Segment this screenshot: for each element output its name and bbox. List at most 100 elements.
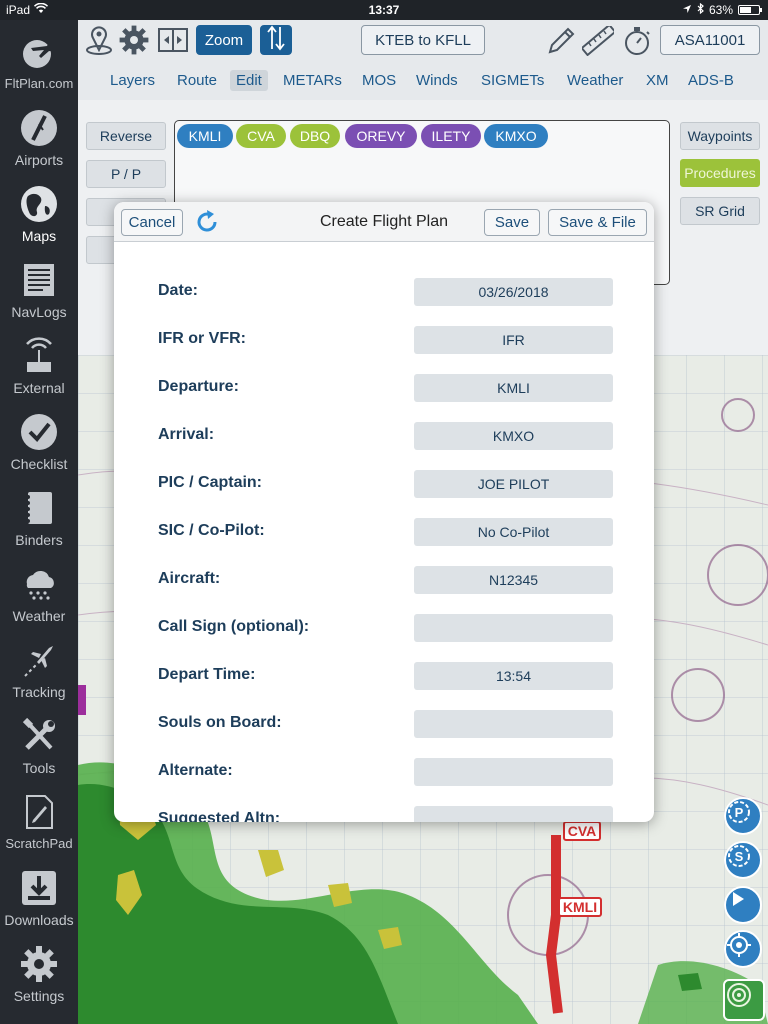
cancel-button[interactable]: Cancel [121,209,183,236]
sidebar-item-weather[interactable]: Weather [0,558,78,634]
sidebar-item-label: Binders [15,532,63,548]
route-button[interactable]: KTEB to KFLL [361,25,485,55]
sidebar-item-fltplan[interactable]: FltPlan.com [0,26,78,102]
refresh-icon[interactable] [194,209,220,235]
reverse-button[interactable]: Reverse [86,122,166,150]
route-waypoint-pill[interactable]: CVA [236,124,286,148]
field-label: SIC / Co-Pilot: [158,522,265,539]
svg-text:S: S [735,849,744,864]
map-pin-icon[interactable] [84,24,114,56]
play-map-button[interactable] [724,886,762,924]
date-field[interactable]: 03/26/2018 [414,278,613,306]
sidebar-item-scratchpad[interactable]: ScratchPad [0,786,78,862]
tab-mos[interactable]: MOS [356,70,402,91]
sidebar-item-external[interactable]: External [0,330,78,406]
depart-time-field[interactable]: 13:54 [414,662,613,690]
sic-copilot-field[interactable]: No Co-Pilot [414,518,613,546]
aircraft-button[interactable]: ASA11001 [660,25,760,55]
tab-bar: Layers Route Edit METARs MOS Winds SIGME… [78,62,768,100]
field-label: Call Sign (optional): [158,618,310,635]
form-row-departure: Departure: KMLI [114,374,654,404]
form-row-aircraft: Aircraft: N12345 [114,566,654,596]
field-label: PIC / Captain: [158,474,263,491]
ruler-icon[interactable] [580,23,617,57]
pencil-icon[interactable] [546,26,576,56]
map-mode-button[interactable] [723,979,765,1021]
sidebar-item-label: FltPlan.com [4,76,74,91]
sidebar-item-label: Tracking [12,684,66,700]
sidebar-item-airports[interactable]: Airports [0,102,78,178]
north-up-toggle[interactable] [260,25,292,55]
save-button[interactable]: Save [484,209,540,236]
sidebar-item-label: External [13,380,65,396]
sidebar-item-label: Checklist [10,456,68,472]
tab-metars[interactable]: METARs [277,70,348,91]
route-waypoint-pill[interactable]: ILETY [421,124,481,148]
gear-icon[interactable] [118,24,150,56]
field-label: Departure: [158,378,239,395]
sidebar-item-settings[interactable]: Settings [0,938,78,1014]
tab-weather[interactable]: Weather [561,70,629,91]
rain-cloud-icon [19,564,59,604]
procedures-map-button[interactable]: P [724,797,762,835]
tab-xm[interactable]: XM [640,70,675,91]
aircraft-field[interactable]: N12345 [414,566,613,594]
form-row-pic: PIC / Captain: JOE PILOT [114,470,654,500]
form-row-souls: Souls on Board: [114,710,654,740]
form-row-ifr-vfr: IFR or VFR: IFR [114,326,654,356]
tab-winds[interactable]: Winds [410,70,464,91]
form-row-suggested-altn: Suggested Altn: [114,806,654,822]
sr-grid-button[interactable]: SR Grid [680,197,760,225]
alternate-field[interactable] [414,758,613,786]
svg-text:P: P [735,805,744,820]
tab-adsb[interactable]: ADS-B [682,70,740,91]
suggested-altn-field[interactable] [414,806,613,822]
pp-button[interactable]: P / P [86,160,166,188]
field-label: IFR or VFR: [158,330,246,347]
route-waypoint-pill[interactable]: KMXO [484,124,548,148]
sidebar-item-downloads[interactable]: Downloads [0,862,78,938]
tab-edit[interactable]: Edit [230,70,268,91]
arrival-field[interactable]: KMXO [414,422,613,450]
form-row-alternate: Alternate: [114,758,654,788]
stopwatch-icon[interactable] [622,25,652,57]
sidebar-item-label: Weather [12,608,66,624]
center-location-button[interactable] [724,930,762,968]
dialog-header: Cancel Create Flight Plan Save Save & Fi… [114,202,654,242]
field-label: Suggested Altn: [158,810,281,822]
route-waypoint-pill[interactable]: OREVY [345,124,417,148]
sidebar-item-label: NavLogs [11,304,67,320]
save-and-file-button[interactable]: Save & File [548,209,647,236]
sidebar-item-maps[interactable]: Maps [0,178,78,254]
create-flight-plan-dialog: Cancel Create Flight Plan Save Save & Fi… [114,202,654,822]
procedures-button[interactable]: Procedures [680,159,760,187]
sidebar-item-navlogs[interactable]: NavLogs [0,254,78,330]
route-waypoint-pill[interactable]: DBQ [290,124,340,148]
map-label-cva: CVA [568,823,597,839]
tab-sigmets[interactable]: SIGMETs [475,70,550,91]
airplane-globe-icon [19,32,59,72]
pic-captain-field[interactable]: JOE PILOT [414,470,613,498]
souls-on-board-field[interactable] [414,710,613,738]
bluetooth-icon [697,2,704,17]
sid-star-map-button[interactable]: S [724,841,762,879]
pencil-paper-icon [19,792,59,832]
status-bar: iPad 13:37 63% [0,0,768,20]
ifr-vfr-field[interactable]: IFR [414,326,613,354]
battery-percent: 63% [708,3,733,17]
sidebar-item-checklist[interactable]: Checklist [0,406,78,482]
split-view-icon[interactable] [158,26,188,54]
field-label: Aircraft: [158,570,221,587]
download-icon [19,868,59,908]
departure-field[interactable]: KMLI [414,374,613,402]
route-waypoint-pill[interactable]: KMLI [177,124,233,148]
call-sign-field[interactable] [414,614,613,642]
sidebar-item-binders[interactable]: Binders [0,482,78,558]
status-time: 13:37 [368,3,400,17]
tab-route[interactable]: Route [171,70,223,91]
zoom-button[interactable]: Zoom [196,25,252,55]
sidebar-item-tools[interactable]: Tools [0,710,78,786]
waypoints-button[interactable]: Waypoints [680,122,760,150]
tab-layers[interactable]: Layers [104,70,161,91]
sidebar-item-tracking[interactable]: Tracking [0,634,78,710]
